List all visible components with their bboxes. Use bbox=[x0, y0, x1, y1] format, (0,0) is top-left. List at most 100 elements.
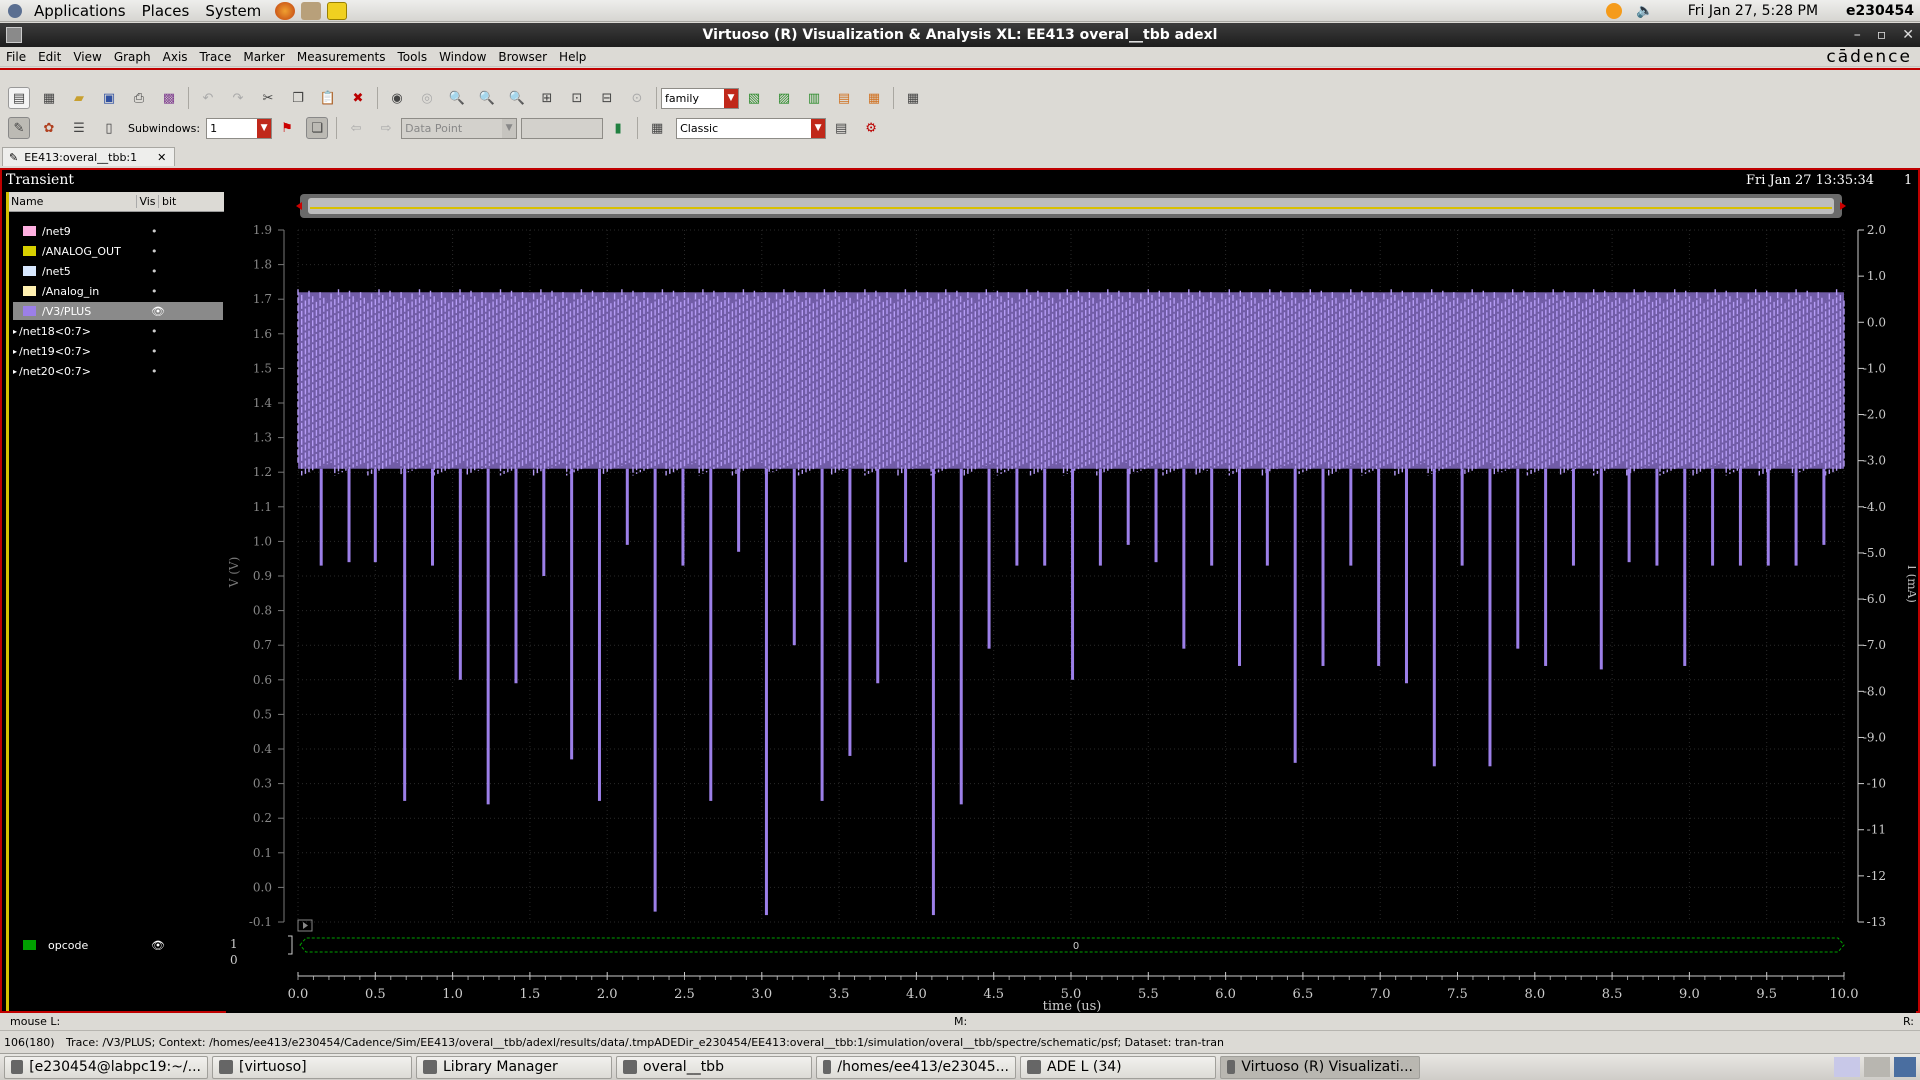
visibility-dot[interactable]: • bbox=[151, 345, 158, 358]
menu-axis[interactable]: Axis bbox=[157, 50, 194, 64]
visibility-dot[interactable]: • bbox=[151, 325, 158, 338]
mail-icon[interactable] bbox=[301, 1, 322, 20]
trash-icon[interactable] bbox=[1894, 1057, 1916, 1077]
prev-point-icon[interactable]: ⇦ bbox=[345, 117, 367, 139]
legend-item-selected[interactable]: /V3/PLUS 👁 bbox=[13, 302, 223, 320]
minimize-icon[interactable]: – bbox=[1854, 23, 1861, 47]
volume-icon[interactable]: 🔈 bbox=[1636, 3, 1653, 19]
clock[interactable]: Fri Jan 27, 5:28 PM bbox=[1688, 3, 1818, 19]
family-layout-3-icon[interactable]: ▥ bbox=[803, 87, 825, 109]
window-menu-icon[interactable] bbox=[6, 27, 22, 43]
tab-graph-window[interactable]: ✎ EE413:overal__tbb:1 ✕ bbox=[2, 147, 176, 166]
family-add-icon[interactable]: ▤ bbox=[833, 87, 855, 109]
user-name[interactable]: e230454 bbox=[1846, 3, 1914, 19]
taskbar-item-virtuoso[interactable]: [virtuoso] bbox=[212, 1055, 412, 1079]
menu-edit[interactable]: Edit bbox=[32, 50, 67, 64]
visibility-dot[interactable]: • bbox=[151, 285, 158, 298]
save-icon[interactable]: ▣ bbox=[98, 87, 120, 109]
taskbar-item-schematic[interactable]: overal__tbb bbox=[616, 1055, 812, 1079]
menu-measurements[interactable]: Measurements bbox=[291, 50, 392, 64]
legend-item[interactable]: /net5 • bbox=[13, 262, 223, 280]
visibility-dot[interactable]: • bbox=[151, 265, 158, 278]
legend-item[interactable]: /net9 • bbox=[13, 222, 223, 240]
expand-arrow-icon[interactable]: ▸ bbox=[13, 327, 17, 336]
zoom-y-icon[interactable]: ⊟ bbox=[596, 87, 618, 109]
next-point-icon[interactable]: ⇨ bbox=[375, 117, 397, 139]
taskbar-item-file-browser[interactable]: /homes/ee413/e23045... bbox=[816, 1055, 1016, 1079]
zoom-x-icon[interactable]: ⊡ bbox=[566, 87, 588, 109]
window-list-icon[interactable]: ▤ bbox=[830, 117, 852, 139]
new-subwindow-icon[interactable]: ▦ bbox=[38, 87, 60, 109]
waveform-plot[interactable]: 1.9 1.8 1.7 1.6 1.5 1.4 1.3 1.2 1.1 1.0 0.9 0.8 0.7 0… bbox=[226, 192, 1916, 1014]
family-combo[interactable]: family ▼ bbox=[661, 87, 739, 109]
menu-tools[interactable]: Tools bbox=[392, 50, 434, 64]
copy-icon[interactable]: ❐ bbox=[287, 87, 309, 109]
family-layout-1-icon[interactable]: ▧ bbox=[743, 87, 765, 109]
menu-marker[interactable]: Marker bbox=[237, 50, 290, 64]
delete-icon[interactable]: ✖ bbox=[347, 87, 369, 109]
chevron-down-icon[interactable]: ▼ bbox=[502, 118, 517, 138]
zoom-in-icon[interactable]: 🔍 bbox=[446, 87, 468, 109]
legend-bus-item[interactable]: ▸ /net19<0:7> • bbox=[13, 342, 223, 360]
paste-icon[interactable]: 📋 bbox=[317, 87, 339, 109]
legend-col-name[interactable]: Name bbox=[9, 195, 137, 208]
menu-graph[interactable]: Graph bbox=[108, 50, 157, 64]
taskbar-item-terminal[interactable]: [e230454@labpc19:~/... bbox=[4, 1055, 208, 1079]
workspace-1[interactable] bbox=[1834, 1057, 1860, 1077]
legend-item[interactable]: /ANALOG_OUT • bbox=[13, 242, 223, 260]
close-tab-icon[interactable]: ✕ bbox=[157, 151, 166, 164]
legend-bus-item[interactable]: ▸ /net20<0:7> • bbox=[13, 362, 223, 380]
legend-digital-item[interactable]: opcode 👁 bbox=[13, 936, 223, 954]
snapshot-icon[interactable]: ▩ bbox=[158, 87, 180, 109]
system-menu[interactable]: System bbox=[197, 0, 269, 22]
histogram-icon[interactable]: ▮ bbox=[607, 117, 629, 139]
stack-icon[interactable]: ☰ bbox=[68, 117, 90, 139]
style-combo[interactable]: Classic ▼ bbox=[676, 117, 827, 139]
menu-help[interactable]: Help bbox=[553, 50, 592, 64]
visibility-dot[interactable]: • bbox=[151, 225, 158, 238]
legend-item[interactable]: /Analog_in • bbox=[13, 282, 223, 300]
firefox-icon[interactable] bbox=[275, 1, 296, 20]
expand-arrow-icon[interactable]: ▸ bbox=[13, 347, 17, 356]
new-window-icon[interactable]: ▤ bbox=[8, 87, 30, 109]
undo-icon[interactable]: ↶ bbox=[197, 87, 219, 109]
places-menu[interactable]: Places bbox=[134, 0, 198, 22]
data-point-combo[interactable]: Data Point ▼ bbox=[401, 117, 518, 139]
cut-icon[interactable]: ✂ bbox=[257, 87, 279, 109]
zoom-disabled-icon[interactable]: ⊙ bbox=[626, 87, 648, 109]
eye-icon[interactable]: 👁 bbox=[151, 305, 165, 318]
zoom-in-x-icon[interactable]: 🔍 bbox=[476, 87, 498, 109]
x-scrollbar-thumb[interactable] bbox=[308, 198, 1834, 214]
visibility-dot[interactable]: • bbox=[151, 365, 158, 378]
zoom-fit-icon[interactable]: ◉ bbox=[386, 87, 408, 109]
strip-chart-icon[interactable]: ✿ bbox=[38, 117, 60, 139]
maximize-icon[interactable]: ▫ bbox=[1877, 23, 1887, 47]
print-icon[interactable]: ⎙ bbox=[128, 87, 150, 109]
applications-menu[interactable]: Applications bbox=[26, 0, 134, 22]
calculator-icon[interactable]: ▦ bbox=[646, 117, 668, 139]
menu-browser[interactable]: Browser bbox=[492, 50, 553, 64]
close-window-icon[interactable]: ✕ bbox=[1902, 23, 1914, 47]
family-settings-icon[interactable]: ▦ bbox=[863, 87, 885, 109]
zoom-back-icon[interactable]: ◎ bbox=[416, 87, 438, 109]
menu-view[interactable]: View bbox=[67, 50, 107, 64]
subwindows-combo[interactable]: 1 ▼ bbox=[206, 117, 273, 139]
workspace-2[interactable] bbox=[1864, 1057, 1890, 1077]
zoom-out-icon[interactable]: 🔍 bbox=[506, 87, 528, 109]
family-layout-2-icon[interactable]: ▨ bbox=[773, 87, 795, 109]
zoom-box-icon[interactable]: ⊞ bbox=[536, 87, 558, 109]
legend-col-vis[interactable]: Vis bbox=[137, 195, 159, 208]
split-icon[interactable]: ▯ bbox=[98, 117, 120, 139]
menu-file[interactable]: File bbox=[0, 50, 32, 64]
notes-icon[interactable] bbox=[327, 1, 348, 20]
eye-icon[interactable]: 👁 bbox=[151, 939, 165, 952]
menu-trace[interactable]: Trace bbox=[194, 50, 238, 64]
gnome-foot-icon[interactable] bbox=[8, 3, 22, 18]
chevron-down-icon[interactable]: ▼ bbox=[724, 88, 738, 108]
legend-col-bit[interactable]: bit bbox=[159, 195, 176, 208]
expand-arrow-icon[interactable]: ▸ bbox=[13, 367, 17, 376]
chevron-down-icon[interactable]: ▼ bbox=[811, 118, 826, 138]
data-point-input[interactable] bbox=[521, 117, 604, 139]
info-balloon-icon[interactable]: ❏ bbox=[306, 117, 329, 139]
settings-icon[interactable]: ⚙ bbox=[860, 117, 882, 139]
